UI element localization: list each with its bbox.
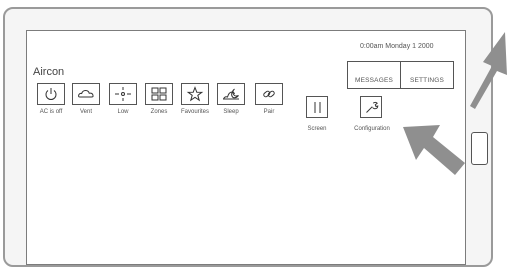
sleep-icon — [223, 88, 239, 100]
clock-display: 0:00am Monday 1 2000 — [360, 43, 434, 50]
screen-label: Screen — [307, 126, 327, 132]
favourites-label: Favourites — [180, 109, 210, 115]
sleep-button[interactable] — [217, 83, 245, 105]
configuration-label: Configuration — [354, 126, 390, 132]
vent-button[interactable] — [72, 83, 100, 105]
pair-button[interactable] — [255, 83, 283, 105]
zones-label: Zones — [150, 109, 168, 115]
messages-button[interactable]: MESSAGES — [348, 62, 400, 88]
page-title: Aircon — [33, 66, 65, 78]
link-icon — [263, 90, 275, 98]
vent-label: Vent — [79, 109, 93, 115]
settings-button[interactable]: SETTINGS — [400, 62, 453, 88]
home-button[interactable] — [471, 132, 488, 165]
header-button-group: MESSAGES SETTINGS — [347, 61, 454, 89]
favourites-button[interactable] — [181, 83, 209, 105]
power-icon — [45, 88, 57, 100]
zones-button[interactable] — [145, 83, 173, 105]
screen-split-icon — [314, 101, 320, 113]
fan-speed-icon — [115, 87, 131, 101]
fan-speed-label: Low — [117, 109, 129, 115]
fan-speed-button[interactable] — [109, 83, 137, 105]
ac-power-button[interactable] — [37, 83, 65, 105]
configuration-button[interactable] — [360, 96, 382, 118]
star-icon — [186, 86, 204, 102]
wrench-icon — [365, 101, 378, 113]
device-stage: 0:00am Monday 1 2000 Aircon MESSAGES SET… — [0, 0, 513, 271]
pair-label: Pair — [263, 109, 275, 115]
sleep-label: Sleep — [223, 109, 239, 115]
cloud-icon — [78, 89, 94, 98]
zones-grid-icon — [151, 87, 167, 101]
screen-button[interactable] — [306, 96, 328, 118]
ac-power-label: AC is off — [39, 109, 63, 115]
